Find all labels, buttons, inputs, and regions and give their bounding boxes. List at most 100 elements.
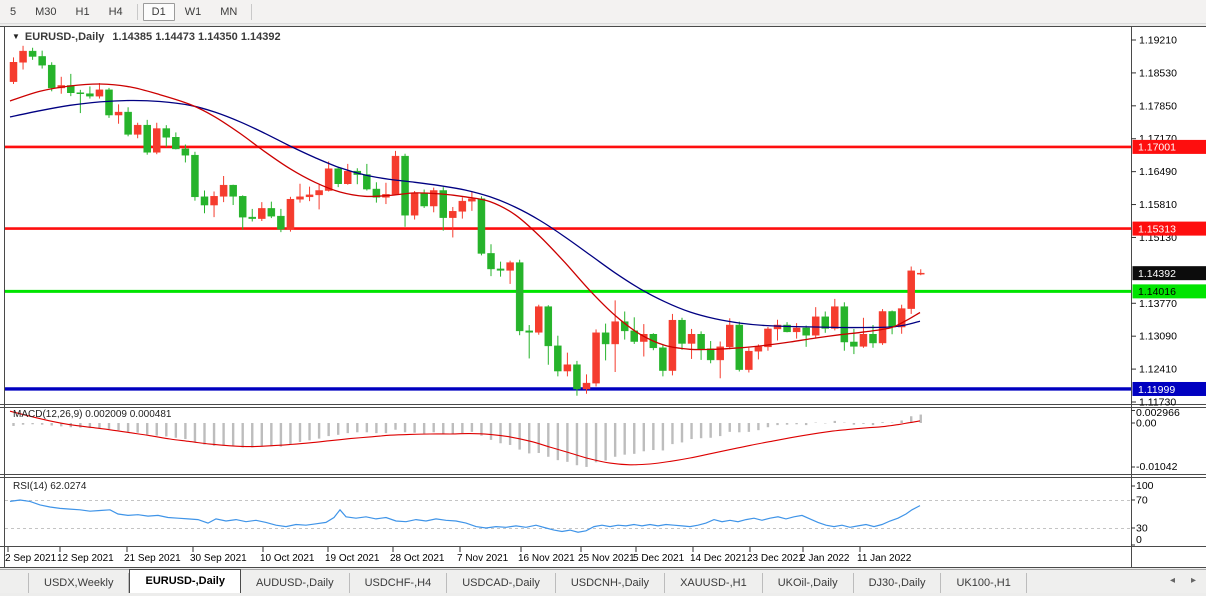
date-axis-label: 19 Oct 2021 bbox=[325, 553, 380, 564]
toolbar-separator bbox=[251, 4, 252, 20]
candle-body bbox=[745, 351, 752, 369]
macd-hist-bar bbox=[767, 423, 769, 427]
date-axis-label: 25 Nov 2021 bbox=[578, 553, 635, 564]
candle-body bbox=[392, 156, 399, 194]
price-axis-label: 1.19210 bbox=[1139, 35, 1177, 47]
date-axis-label: 21 Sep 2021 bbox=[124, 553, 181, 564]
macd-hist-bar bbox=[461, 423, 463, 433]
toolbar-separator bbox=[137, 4, 138, 20]
macd-hist-bar bbox=[146, 423, 148, 435]
candle-body bbox=[297, 197, 304, 199]
macd-hist-bar bbox=[729, 423, 731, 432]
timeframe-m15-partial-button[interactable]: 5 bbox=[1, 3, 25, 21]
macd-hist-bar bbox=[347, 423, 349, 433]
tab-uk100-h1[interactable]: UK100-,H1 bbox=[941, 573, 1026, 593]
timeframe-mn-button[interactable]: MN bbox=[211, 3, 246, 21]
timeframe-h1-button[interactable]: H1 bbox=[67, 3, 99, 21]
macd-hist-bar bbox=[633, 423, 635, 454]
macd-hist-bar bbox=[671, 423, 673, 444]
macd-hist-bar bbox=[433, 423, 435, 432]
macd-hist-bar bbox=[624, 423, 626, 455]
candle-body bbox=[478, 199, 485, 254]
timeframe-toolbar: 5M30H1H4 D1W1MN bbox=[0, 0, 1206, 24]
tab-dj30-daily[interactable]: DJ30-,Daily bbox=[854, 573, 942, 593]
macd-hist-bar bbox=[356, 423, 358, 432]
candle-body bbox=[106, 90, 113, 115]
macd-hist-bar bbox=[327, 423, 329, 436]
candle-body bbox=[841, 307, 848, 342]
macd-hist-bar bbox=[31, 423, 33, 424]
candle-body bbox=[860, 334, 867, 346]
price-axis-label: 1.12410 bbox=[1139, 364, 1177, 376]
tab-usdx-weekly[interactable]: USDX,Weekly bbox=[28, 573, 129, 593]
macd-hist-bar bbox=[614, 423, 616, 457]
date-axis-label: 5 Dec 2021 bbox=[633, 553, 685, 564]
tab-scroll-right-icon[interactable]: ▸ bbox=[1191, 576, 1196, 586]
timeframe-h4-button[interactable]: H4 bbox=[100, 3, 132, 21]
candle-body bbox=[755, 347, 762, 351]
candle-body bbox=[249, 217, 256, 218]
candle-body bbox=[77, 93, 84, 94]
candle-body bbox=[277, 216, 284, 229]
macd-hist-bar bbox=[738, 423, 740, 432]
tab-audusd-daily[interactable]: AUDUSD-,Daily bbox=[241, 573, 350, 593]
price-axis-label: 1.18530 bbox=[1139, 67, 1177, 79]
tab-xauusd-h1[interactable]: XAUUSD-,H1 bbox=[665, 573, 763, 593]
candle-body bbox=[411, 193, 418, 215]
macd-hist-bar bbox=[862, 423, 864, 424]
macd-axis-label: 0.00 bbox=[1136, 418, 1157, 430]
macd-hist-bar bbox=[652, 423, 654, 450]
candle-body bbox=[497, 269, 504, 270]
candle-body bbox=[10, 62, 17, 81]
candle-body bbox=[449, 211, 456, 217]
candle-body bbox=[535, 307, 542, 333]
candle-body bbox=[268, 208, 275, 216]
date-axis-label: 10 Oct 2021 bbox=[260, 553, 315, 564]
candle-body bbox=[220, 185, 227, 196]
tab-usdchf-h4[interactable]: USDCHF-,H4 bbox=[350, 573, 448, 593]
candle-body bbox=[230, 185, 237, 196]
candle-body bbox=[831, 307, 838, 329]
candle-body bbox=[908, 271, 915, 309]
candle-body bbox=[870, 334, 877, 343]
macd-hist-bar bbox=[757, 423, 759, 430]
tab-eurusd-daily[interactable]: EURUSD-,Daily bbox=[129, 569, 240, 593]
candle-body bbox=[125, 112, 132, 134]
timeframe-w1-button[interactable]: W1 bbox=[176, 3, 211, 21]
macd-hist-bar bbox=[748, 423, 750, 432]
tab-usdcad-daily[interactable]: USDCAD-,Daily bbox=[447, 573, 556, 593]
macd-hist-bar bbox=[643, 423, 645, 451]
macd-hist-bar bbox=[566, 423, 568, 462]
candle-body bbox=[707, 349, 714, 360]
timeframe-m30-button[interactable]: M30 bbox=[26, 3, 65, 21]
tab-ukoil-daily[interactable]: UKOil-,Daily bbox=[763, 573, 854, 593]
macd-hist-bar bbox=[194, 423, 196, 442]
candle-body bbox=[698, 334, 705, 349]
timeframe-d1-button[interactable]: D1 bbox=[143, 3, 175, 21]
candle-body bbox=[48, 65, 55, 88]
macd-label: MACD(12,26,9) 0.002009 0.000481 bbox=[13, 409, 171, 420]
macd-hist-bar bbox=[509, 423, 511, 445]
date-axis-label: 2 Sep 2021 bbox=[5, 553, 57, 564]
tab-usdcnh-daily[interactable]: USDCNH-,Daily bbox=[556, 573, 665, 593]
macd-hist-bar bbox=[853, 423, 855, 425]
candle-body bbox=[344, 171, 351, 184]
macd-hist-bar bbox=[156, 423, 158, 436]
chart-dropdown-icon[interactable]: ▼ bbox=[12, 32, 20, 41]
macd-hist-bar bbox=[79, 423, 81, 428]
date-axis-label: 14 Dec 2021 bbox=[690, 553, 747, 564]
macd-hist-bar bbox=[261, 423, 263, 447]
macd-hist-bar bbox=[203, 423, 205, 445]
candle-body bbox=[191, 155, 198, 197]
macd-hist-bar bbox=[280, 423, 282, 447]
macd-hist-bar bbox=[538, 423, 540, 453]
candle-body bbox=[115, 112, 122, 115]
tab-scroll-left-icon[interactable]: ◂ bbox=[1170, 576, 1175, 586]
rsi-label: RSI(14) 62.0274 bbox=[13, 481, 86, 492]
chart-canvas[interactable]: 1.192101.185301.178501.171701.164901.158… bbox=[0, 0, 1206, 596]
candle-body bbox=[612, 322, 619, 344]
rsi-axis-label: 100 bbox=[1136, 480, 1154, 492]
macd-hist-bar bbox=[404, 423, 406, 432]
rsi-axis-label: 0 bbox=[1136, 534, 1142, 546]
macd-hist-bar bbox=[834, 421, 836, 423]
